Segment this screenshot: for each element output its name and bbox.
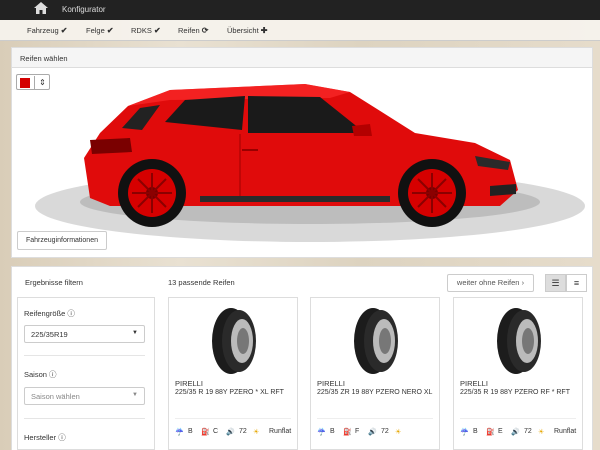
tire-image [212, 308, 256, 374]
car-preview-image [35, 84, 585, 242]
result-count: 13 passende Reifen [168, 278, 235, 287]
crumb-uebersicht[interactable]: Übersicht ✚ [227, 26, 267, 35]
tire-label-icons: ☔ B ⛽ E 🔊 72 ☀ Runflat [460, 426, 578, 440]
crumb-reifen[interactable]: Reifen ⟳ [178, 26, 208, 35]
refresh-icon: ⟳ [201, 26, 209, 35]
season-select[interactable]: Saison wählen ▼ [24, 387, 145, 405]
tire-card[interactable]: PIRELLI 225/35 R 19 88Y PZERO * XL RFT ☔… [168, 297, 298, 450]
compact-view-button[interactable]: ≡ [566, 274, 587, 292]
plus-icon: ✚ [260, 26, 268, 35]
divider [24, 418, 145, 419]
tire-image [497, 308, 541, 374]
tire-model: 225/35 ZR 19 88Y PZERO NERO XL [317, 389, 433, 396]
tire-card[interactable]: PIRELLI 225/35 ZR 19 88Y PZERO NERO XL ☔… [310, 297, 440, 450]
fuel-icon: ⛽ [486, 429, 495, 436]
filter-sidebar: Reifengröße ⓘ 225/35R19 ▼ Saison ⓘ Saiso… [17, 297, 155, 450]
speaker-icon: 🔊 [226, 429, 235, 436]
runflat-label: Runflat [269, 428, 292, 435]
breadcrumb: Fahrzeug ✔ Felge ✔ RDKS ✔ Reifen ⟳ Übers… [0, 20, 600, 41]
tire-model: 225/35 R 19 88Y PZERO RF * RFT [460, 389, 570, 396]
tire-label-icons: ☔ B ⛽ C 🔊 72 ☀ Runflat [175, 426, 293, 440]
continue-without-tires-button[interactable]: weiter ohne Reifen › [447, 274, 534, 292]
tire-brand: PIRELLI [317, 379, 345, 388]
fuel-rating: E [498, 428, 503, 435]
crumb-fahrzeug[interactable]: Fahrzeug ✔ [27, 26, 67, 35]
maker-label: Hersteller ⓘ [24, 433, 66, 442]
crumb-rdks[interactable]: RDKS ✔ [131, 26, 161, 35]
sun-icon: ☀ [538, 429, 545, 436]
rain-icon: ☔ [317, 429, 326, 436]
list-view-button[interactable]: ☰ [545, 274, 566, 292]
tire-image [354, 308, 398, 374]
check-icon: ✔ [60, 26, 68, 35]
list-detail-icon: ☰ [551, 278, 560, 288]
fuel-rating: C [213, 428, 219, 435]
size-select[interactable]: 225/35R19 ▼ [24, 325, 145, 343]
season-label: Saison ⓘ [24, 370, 57, 379]
info-icon: ⓘ [49, 370, 57, 379]
fuel-rating: F [355, 428, 360, 435]
list-icon: ≡ [573, 278, 580, 288]
wet-grip-rating: B [330, 428, 335, 435]
noise-value: 72 [524, 428, 532, 435]
top-navbar: Konfigurator [0, 0, 600, 20]
home-icon[interactable] [33, 2, 49, 18]
divider [460, 418, 576, 419]
fuel-icon: ⛽ [343, 429, 352, 436]
caret-down-icon: ▼ [132, 330, 138, 336]
tire-model: 225/35 R 19 88Y PZERO * XL RFT [175, 389, 284, 396]
speaker-icon: 🔊 [368, 429, 377, 436]
fuel-icon: ⛽ [201, 429, 210, 436]
app-title[interactable]: Konfigurator [62, 5, 106, 14]
size-label: Reifengröße ⓘ [24, 309, 75, 318]
vehicle-info-button[interactable]: Fahrzeuginformationen [17, 231, 107, 250]
filter-title: Ergebnisse filtern [25, 278, 83, 287]
tire-brand: PIRELLI [175, 379, 203, 388]
caret-down-icon: ▼ [132, 392, 138, 398]
tire-card[interactable]: PIRELLI 225/35 R 19 88Y PZERO RF * RFT ☔… [453, 297, 583, 450]
rain-icon: ☔ [175, 429, 184, 436]
tire-brand: PIRELLI [460, 379, 488, 388]
divider [24, 355, 145, 356]
noise-value: 72 [239, 428, 247, 435]
crumb-felge[interactable]: Felge ✔ [86, 26, 114, 35]
noise-value: 72 [381, 428, 389, 435]
wet-grip-rating: B [473, 428, 478, 435]
runflat-label: Runflat [554, 428, 577, 435]
check-icon: ✔ [106, 26, 114, 35]
panel-title: Reifen wählen [12, 48, 592, 68]
divider [175, 418, 291, 419]
check-icon: ✔ [153, 26, 161, 35]
divider [317, 418, 433, 419]
chevron-right-icon: › [521, 278, 525, 287]
sun-icon: ☀ [253, 429, 260, 436]
info-icon: ⓘ [58, 433, 66, 442]
sun-icon: ☀ [395, 429, 402, 436]
wet-grip-rating: B [188, 428, 193, 435]
info-icon: ⓘ [67, 309, 75, 318]
tire-label-icons: ☔ B ⛽ F 🔊 72 ☀ [317, 426, 435, 440]
speaker-icon: 🔊 [511, 429, 520, 436]
rain-icon: ☔ [460, 429, 469, 436]
